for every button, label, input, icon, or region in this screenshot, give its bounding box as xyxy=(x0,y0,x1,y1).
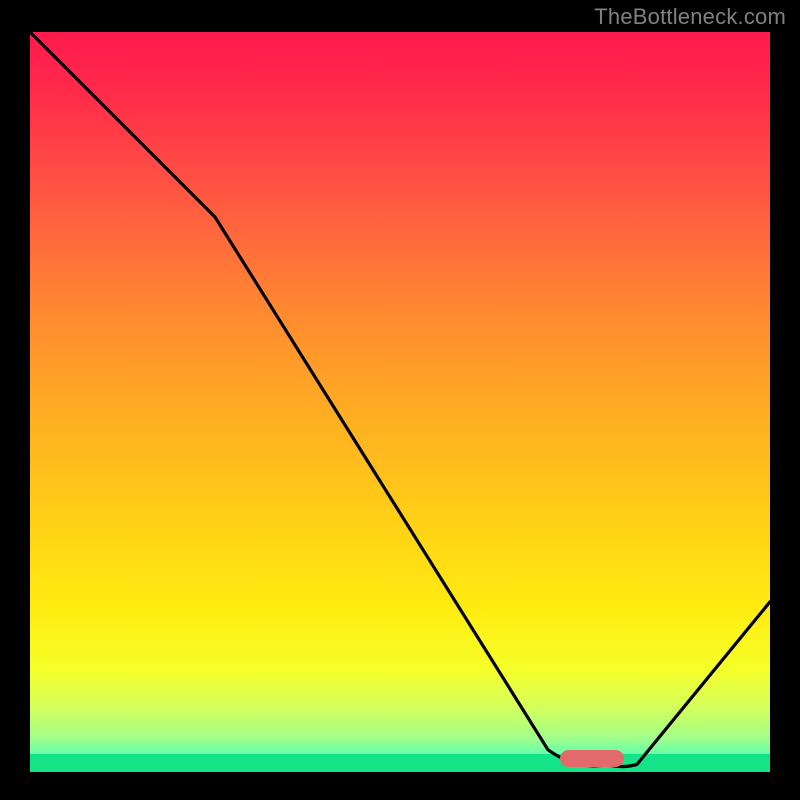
curve-path xyxy=(30,32,770,767)
chart-frame: TheBottleneck.com xyxy=(0,0,800,800)
bottleneck-curve xyxy=(30,32,770,772)
optimal-marker xyxy=(560,750,624,767)
plot-area xyxy=(30,32,770,772)
watermark-text: TheBottleneck.com xyxy=(594,4,786,30)
